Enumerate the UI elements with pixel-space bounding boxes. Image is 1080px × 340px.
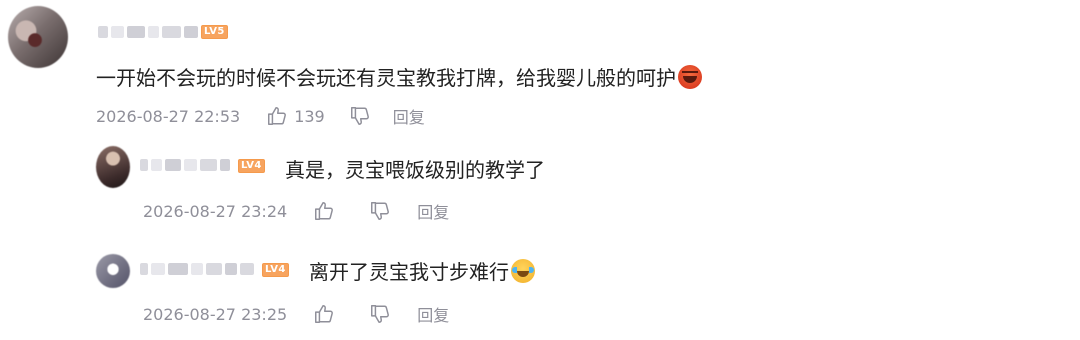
thumbs-down-icon[interactable] [349, 105, 371, 127]
username-blurred[interactable] [140, 158, 230, 172]
level-badge: LV5 [201, 25, 228, 39]
like-count: 139 [294, 106, 325, 126]
thumbs-down-icon[interactable] [369, 303, 391, 325]
angry-face-emoji [678, 64, 702, 89]
reply-button[interactable]: 回复 [393, 104, 425, 128]
comment-meta: 2026-08-27 23:24 回复 [143, 199, 449, 223]
comment-text-row: 一开始不会玩的时候不会玩还有灵宝教我打牌，给我婴儿般的呵护 [96, 62, 702, 91]
avatar[interactable] [96, 254, 130, 288]
timestamp: 2026-08-27 23:25 [143, 304, 288, 324]
reply-button[interactable]: 回复 [417, 302, 449, 326]
comment-text: 离开了灵宝我寸步难行 [309, 260, 509, 284]
thumbs-down-icon[interactable] [369, 200, 391, 222]
timestamp: 2026-08-27 23:24 [143, 201, 288, 221]
comment-meta: 2026-08-27 22:53 139 回复 [96, 104, 425, 128]
thumbs-up-icon[interactable] [313, 200, 335, 222]
username-blurred[interactable] [140, 262, 258, 276]
thumbs-up-icon[interactable] [266, 105, 288, 127]
reply-button[interactable]: 回复 [417, 199, 449, 223]
comment-text-row: 真是，灵宝喂饭级别的教学了 [285, 154, 545, 183]
timestamp: 2026-08-27 22:53 [96, 106, 241, 126]
crying-face-emoji [511, 258, 535, 283]
thumbs-up-icon[interactable] [313, 303, 335, 325]
level-badge: LV4 [238, 159, 265, 173]
comment-meta: 2026-08-27 23:25 回复 [143, 302, 449, 326]
comment-text-row: 离开了灵宝我寸步难行 [309, 256, 535, 285]
username-blurred[interactable] [98, 25, 198, 39]
comment-text: 真是，灵宝喂饭级别的教学了 [285, 158, 545, 182]
avatar[interactable] [96, 146, 130, 188]
avatar[interactable] [8, 6, 68, 68]
level-badge: LV4 [262, 263, 289, 277]
comment-text: 一开始不会玩的时候不会玩还有灵宝教我打牌，给我婴儿般的呵护 [96, 66, 676, 90]
